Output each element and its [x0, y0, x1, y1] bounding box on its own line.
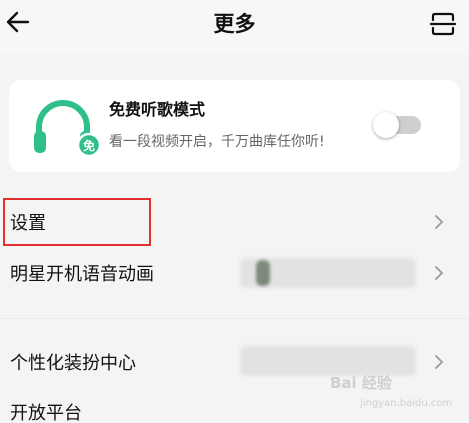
- watermark-url: jingyan.baidu.com: [360, 398, 453, 409]
- menu-item-label: 明星开机语音动画: [10, 264, 154, 285]
- baidu-jingyan-watermark: Bai 经验 jingyan.baidu.com: [326, 366, 466, 418]
- page-title: 更多: [213, 12, 256, 36]
- menu-item-star-boot-voice[interactable]: 明星开机语音动画: [0, 251, 469, 295]
- free-mode-subtitle: 看一段视频开启，千万曲库任你听!: [109, 134, 325, 150]
- free-mode-toggle[interactable]: [373, 112, 421, 138]
- menu-item-label: 设置: [10, 213, 46, 234]
- free-listening-mode-card[interactable]: 免 免费听歌模式 看一段视频开启，千万曲库任你听!: [9, 80, 460, 172]
- scan-icon[interactable]: [429, 10, 457, 38]
- header-bar: 更多: [0, 0, 469, 54]
- headphone-icon: 免: [34, 100, 102, 158]
- chevron-right-icon: [435, 215, 444, 229]
- menu-item-label: 个性化装扮中心: [10, 353, 136, 374]
- watermark-brand: Bai 经验: [330, 374, 392, 392]
- free-badge: 免: [83, 138, 95, 153]
- chevron-right-icon: [435, 266, 444, 280]
- toggle-knob: [373, 112, 399, 138]
- free-mode-title: 免费听歌模式: [109, 100, 206, 119]
- section-divider: [0, 318, 469, 319]
- menu-item-label: 开放平台: [10, 403, 82, 423]
- blurred-thumbnail: [256, 260, 270, 286]
- menu-item-settings[interactable]: 设置: [0, 200, 469, 244]
